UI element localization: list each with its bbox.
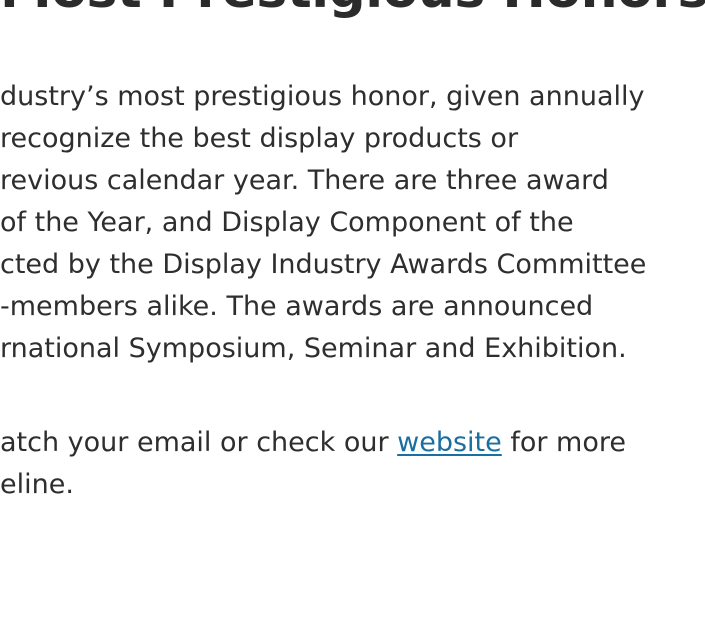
timeline-paragraph: atch your email or check our website for… [0,422,626,506]
paragraph-line: -members alike. The awards are announced [0,291,594,322]
paragraph-text: for more [501,427,626,458]
page: Most Prestigious Honors dustry’s most pr… [0,0,705,629]
paragraph-line: rnational Symposium, Seminar and Exhibit… [0,333,627,364]
paragraph-line: atch your email or check our website for… [0,422,626,464]
paragraph-line: recognize the best display products or [0,123,519,154]
awards-description-paragraph: dustry’s most prestigious honor, given a… [0,76,646,370]
paragraph-line: revious calendar year. There are three a… [0,165,609,196]
paragraph-text: atch your email or check our [0,427,398,458]
page-heading: Most Prestigious Honors [0,0,705,20]
paragraph-line: cted by the Display Industry Awards Comm… [0,249,647,280]
paragraph-line: eline. [0,469,74,500]
paragraph-line: dustry’s most prestigious honor, given a… [0,81,645,112]
paragraph-line: of the Year, and Display Component of th… [0,207,574,238]
website-link[interactable]: website [397,427,502,458]
